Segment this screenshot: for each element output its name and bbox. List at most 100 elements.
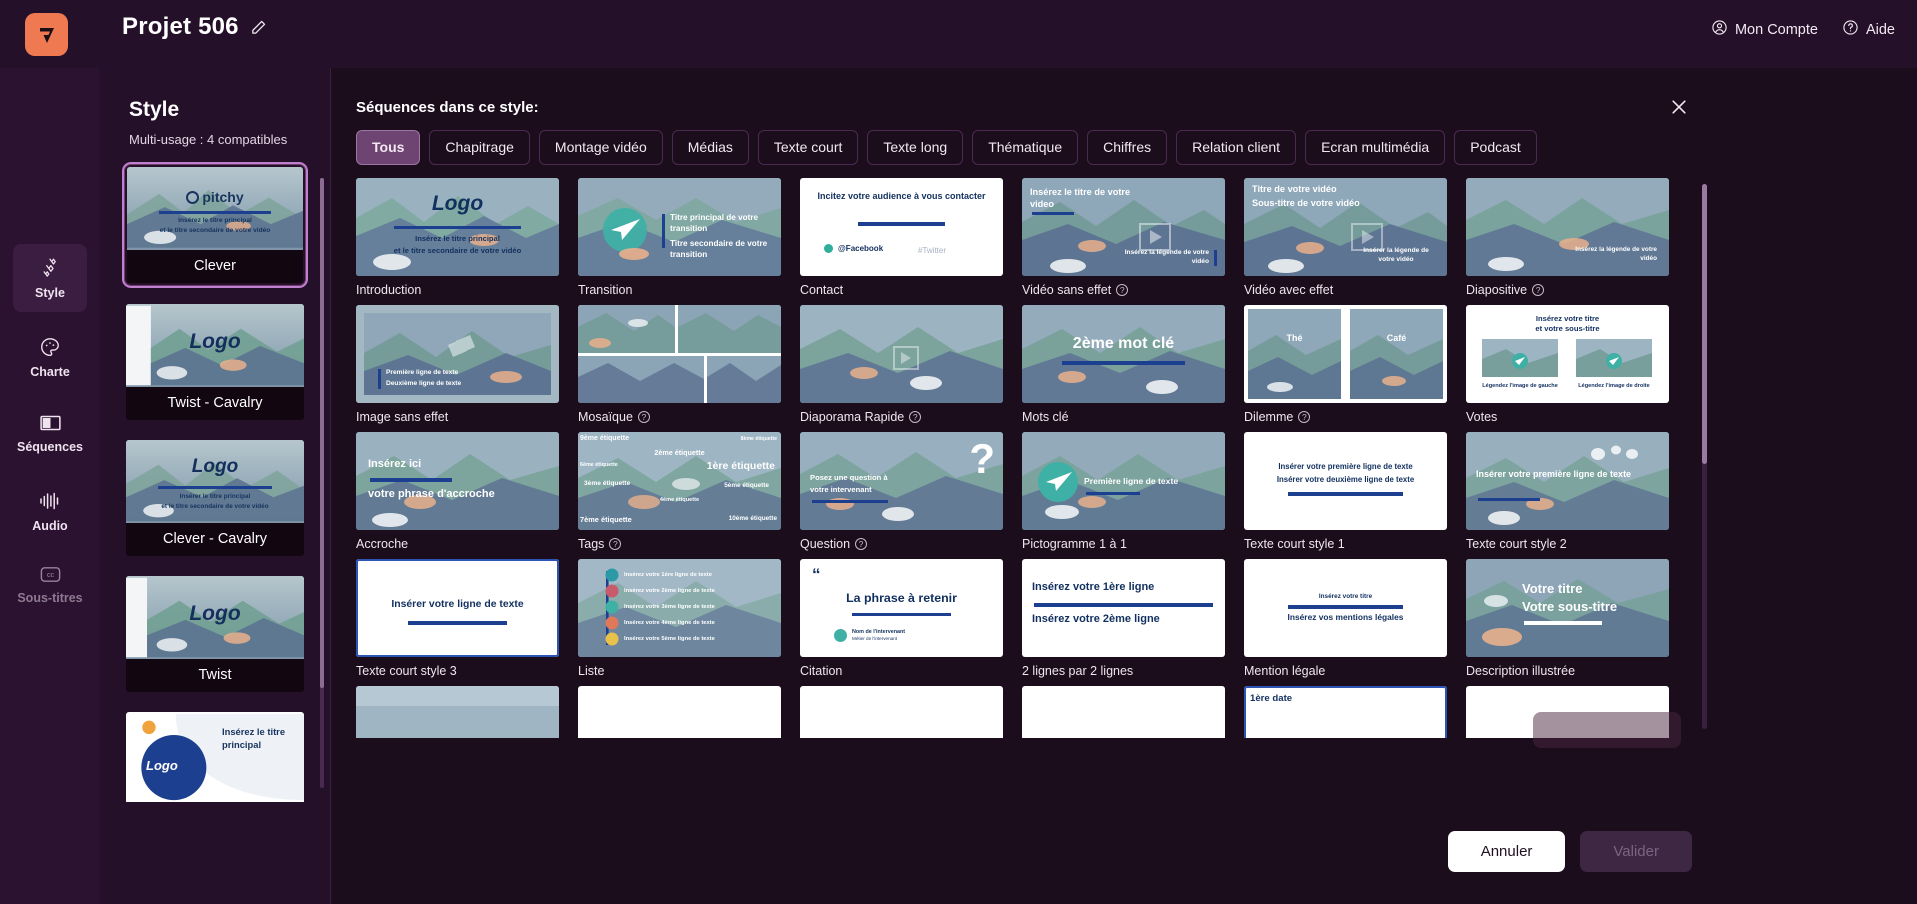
account-link[interactable]: Mon Compte <box>1711 19 1818 40</box>
question-circle-icon <box>1842 19 1859 40</box>
sidebar-item-label: Charte <box>30 364 70 379</box>
svg-text:cc: cc <box>46 571 54 579</box>
info-icon[interactable]: ? <box>637 411 650 423</box>
sequence-card[interactable]: Insérer votre première ligne de texte Te… <box>1466 432 1669 551</box>
sequence-card[interactable]: Première ligne de texte Deuxième ligne d… <box>356 305 559 424</box>
tab-medias[interactable]: Médias <box>671 130 749 165</box>
account-label: Mon Compte <box>1734 21 1818 38</box>
sequence-card[interactable]: Incitez votre audience à vous contacter … <box>800 178 1003 297</box>
validate-button[interactable]: Valider <box>1580 831 1692 872</box>
sequence-thumbnail: Titre principal de votre transition Titr… <box>578 178 781 276</box>
style-card-clever-cavalry[interactable]: Logo Insérer le titre principal et le ti… <box>122 436 308 560</box>
scrollbar-thumb[interactable] <box>320 178 324 688</box>
sequence-card[interactable]: Première ligne de texte Pictogramme 1 à … <box>1022 432 1225 551</box>
help-link[interactable]: Aide <box>1842 19 1895 40</box>
info-icon[interactable]: ? <box>609 538 622 550</box>
tab-texte-long[interactable]: Texte long <box>867 130 964 165</box>
info-icon[interactable]: ? <box>1532 284 1545 296</box>
info-icon[interactable]: ? <box>909 411 922 423</box>
label-text: Tags <box>578 537 605 551</box>
sequence-card[interactable]: Logo Insérez le titre principal et le ti… <box>356 178 559 297</box>
sequence-card[interactable]: Insérez votre 1ère ligne de texte Insére… <box>578 559 781 678</box>
sequence-thumbnail <box>356 686 559 738</box>
sequence-card[interactable]: Insérez le titre de votre video Insérez … <box>1022 178 1225 297</box>
sequence-card[interactable]: Diaporama Rapide ? <box>800 305 1003 424</box>
pencil-icon[interactable] <box>250 19 267 36</box>
info-icon[interactable]: ? <box>1298 411 1311 423</box>
sequence-thumbnail <box>800 305 1003 403</box>
thumb-text: votre phrase d'accroche <box>368 488 495 500</box>
style-card-twist[interactable]: Logo Twist <box>122 572 308 696</box>
thumb-text: Logo <box>431 192 484 215</box>
sequence-thumbnail: Insérez la légende de votre vidéo <box>1466 178 1669 276</box>
tab-montage-video[interactable]: Montage vidéo <box>538 130 663 165</box>
sequence-card[interactable]: Thé Café Dilemme ? <box>1244 305 1447 424</box>
info-icon[interactable]: ? <box>855 538 868 550</box>
sequence-card[interactable]: Insérez votre 1ère ligne Insérez votre 2… <box>1022 559 1225 678</box>
info-icon[interactable]: ? <box>1116 284 1129 296</box>
tab-chiffres[interactable]: Chiffres <box>1087 130 1168 165</box>
sequence-thumbnail: Insérez votre titre et votre sous-titre … <box>1466 305 1669 403</box>
sidebar-item-sous-titres[interactable]: cc Sous-titres <box>13 551 87 619</box>
thumb-text: 2ème étiquette <box>654 448 705 457</box>
tab-podcast[interactable]: Podcast <box>1454 130 1537 165</box>
cancel-button[interactable]: Annuler <box>1447 831 1566 872</box>
sequence-card[interactable] <box>1022 686 1225 738</box>
sequence-thumbnail <box>800 686 1003 738</box>
sequence-card-label: Mosaïque ? <box>578 410 781 424</box>
style-panel-subtitle: Multi-usage : 4 compatibles <box>129 132 288 147</box>
sequence-card[interactable]: Titre de votre vidéo Sous-titre de votre… <box>1244 178 1447 297</box>
tab-texte-court[interactable]: Texte court <box>757 130 859 165</box>
sequence-card[interactable]: Mosaïque ? <box>578 305 781 424</box>
thumb-text: 1ère étiquette <box>706 460 775 472</box>
thumb-text: 9ème étiquette <box>580 435 630 442</box>
sequence-card[interactable]: Insérez votre titre Insérez vos mentions… <box>1244 559 1447 678</box>
style-thumb-line1: Insérez le titre principal <box>178 217 252 224</box>
scrollbar-thumb[interactable] <box>1702 184 1707 464</box>
sequence-card[interactable]: “ La phrase à retenir Nom de l'intervena… <box>800 559 1003 678</box>
sequence-thumbnail: Insérez votre 1ère ligne de texte Insére… <box>578 559 781 657</box>
sidebar-item-audio[interactable]: Audio <box>13 477 87 545</box>
grid-scrollbar[interactable] <box>1702 184 1707 729</box>
tab-thematique[interactable]: Thématique <box>972 130 1079 165</box>
thumb-text: 2ème mot clé <box>1072 335 1175 352</box>
tab-ecran-multimedia[interactable]: Ecran multimédia <box>1305 130 1446 165</box>
label-text: Mention légale <box>1244 664 1326 678</box>
thumb-text: @Facebook <box>838 244 884 253</box>
sequence-card[interactable]: Insérez la légende de votre vidéo Diapos… <box>1466 178 1669 297</box>
style-list[interactable]: pitchy Insérez le titre principal et le … <box>99 162 331 904</box>
close-icon[interactable] <box>1666 94 1692 120</box>
sidebar-item-sequences[interactable]: Séquences <box>13 399 87 467</box>
sequence-card[interactable]: Insérez votre titre et votre sous-titre … <box>1466 305 1669 424</box>
sequence-card[interactable] <box>356 686 559 738</box>
style-card-label: Twist <box>126 659 304 692</box>
sequence-card[interactable] <box>800 686 1003 738</box>
style-card-twist-cavalry[interactable]: Logo Twist - Cavalry <box>122 300 308 424</box>
sequence-card[interactable]: Titre principal de votre transition Titr… <box>578 178 781 297</box>
sequence-card[interactable]: 9ème étiquette 8ème étiquette 2ème étiqu… <box>578 432 781 551</box>
pitchy-logo-icon[interactable] <box>25 13 68 56</box>
style-card-clever[interactable]: pitchy Insérez le titre principal et le … <box>122 162 308 288</box>
sequence-card[interactable]: 2ème mot clé Mots clé <box>1022 305 1225 424</box>
tab-relation-client[interactable]: Relation client <box>1176 130 1297 165</box>
style-thumb-line1: Insérer le titre principal <box>179 493 251 500</box>
style-card-partial[interactable]: Logo Insérez le titre principal <box>122 708 308 806</box>
sequence-card[interactable]: Insérez ici votre phrase d'accroche Accr… <box>356 432 559 551</box>
sequence-card[interactable]: ? Posez une question à votre intervenant… <box>800 432 1003 551</box>
sequence-card[interactable]: Insérer votre ligne de texte Texte court… <box>356 559 559 678</box>
thumb-text: Thé <box>1286 333 1303 343</box>
sidebar-item-charte[interactable]: Charte <box>13 323 87 391</box>
sequence-card[interactable]: Insérer votre première ligne de texte In… <box>1244 432 1447 551</box>
tab-tous[interactable]: Tous <box>356 130 421 165</box>
thumb-text: Insérez votre titre <box>1318 593 1373 600</box>
sequence-card[interactable] <box>578 686 781 738</box>
sidebar-item-style[interactable]: Style <box>13 244 87 312</box>
sequence-card-label: Contact <box>800 283 1003 297</box>
sequence-card[interactable]: 1ère date <box>1244 686 1447 738</box>
tab-chapitrage[interactable]: Chapitrage <box>429 130 530 165</box>
background-ghost-button <box>1533 712 1681 748</box>
style-list-scrollbar[interactable] <box>320 178 324 788</box>
page-title: Projet 506 <box>122 13 239 40</box>
sequence-card[interactable]: Votre titre Votre sous-titre Description… <box>1466 559 1669 678</box>
sequence-card-label: Texte court style 3 <box>356 664 559 678</box>
